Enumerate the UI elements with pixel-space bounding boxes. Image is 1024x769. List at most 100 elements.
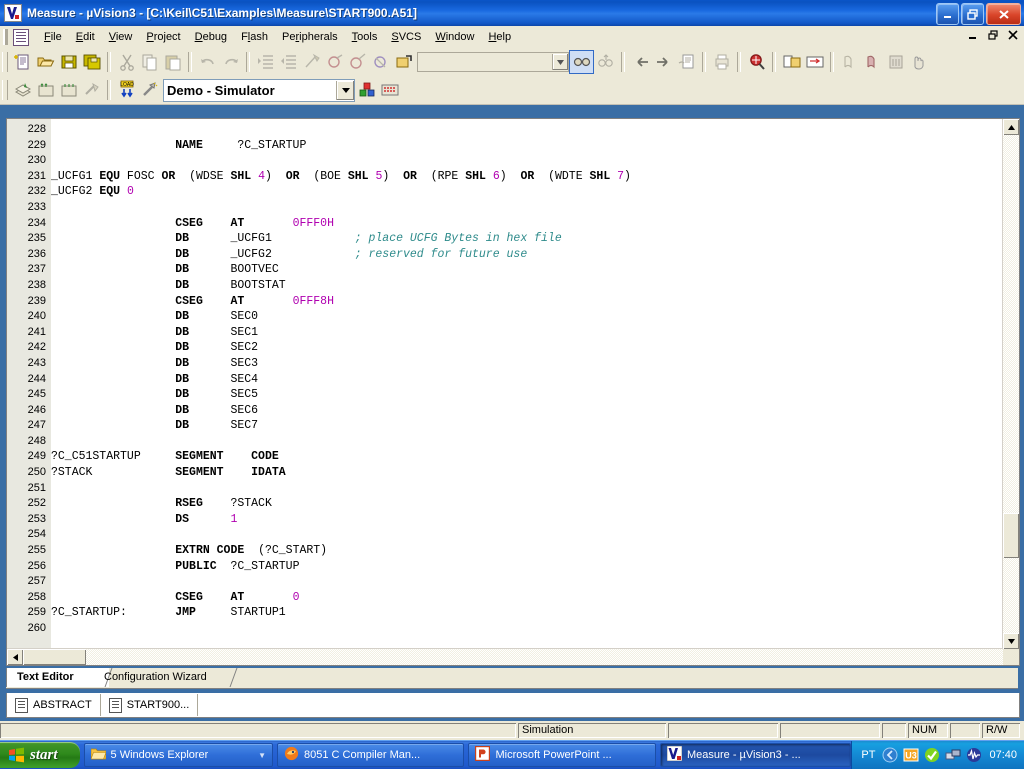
code-line[interactable]: CSEG AT 0 [51,590,1002,606]
back-icon[interactable] [629,51,652,73]
code-line[interactable]: EXTRN CODE (?C_START) [51,543,1002,559]
bookmark-toggle-icon[interactable] [346,51,369,73]
redo-icon[interactable] [219,51,242,73]
code-line[interactable] [51,200,1002,216]
print-icon[interactable] [710,51,733,73]
code-line[interactable]: DB SEC2 [51,340,1002,356]
file-tab-abstract[interactable]: ABSTRACT [7,694,101,716]
rebuild-icon[interactable] [34,79,57,101]
chevron-down-icon[interactable] [336,80,354,100]
editor-vertical-scrollbar[interactable] [1002,119,1019,649]
undo-icon[interactable] [196,51,219,73]
code-line[interactable] [51,434,1002,450]
book-icon[interactable] [838,51,861,73]
comment-icon[interactable] [300,51,323,73]
code-line[interactable]: ?STACK SEGMENT IDATA [51,465,1002,481]
menu-window[interactable]: Window [428,28,481,46]
bookmark-clear-icon[interactable] [392,51,415,73]
show-hidden-icon[interactable] [882,747,898,763]
code-line[interactable]: DB SEC6 [51,403,1002,419]
chevron-down-icon[interactable] [552,54,568,70]
code-line[interactable] [51,122,1002,138]
code-line[interactable] [51,621,1002,637]
forward-icon[interactable] [652,51,675,73]
taskbar-item-compiler-manual[interactable]: 8051 C Compiler Man... [276,743,465,767]
sound-icon[interactable] [966,747,982,763]
goto-definition-icon[interactable] [675,51,698,73]
code-line[interactable]: RSEG ?STACK [51,496,1002,512]
build-icon[interactable] [11,79,34,101]
code-line[interactable]: DB SEC4 [51,372,1002,388]
find-next-icon[interactable] [594,51,617,73]
tab-configuration-wizard[interactable]: Configuration Wizard [94,668,238,687]
code-line[interactable]: PUBLIC ?C_STARTUP [51,559,1002,575]
hscroll-track[interactable] [23,649,1003,665]
find-combo[interactable] [417,52,569,72]
find-in-files-icon[interactable] [569,50,594,74]
code-line[interactable] [51,527,1002,543]
code-line[interactable]: DB SEC7 [51,418,1002,434]
code-text-area[interactable]: NAME ?C_STARTUP _UCFG1 EQU FOSC OR (WDSE… [51,119,1002,665]
code-line[interactable]: _UCFG2 EQU 0 [51,184,1002,200]
outdent-icon[interactable] [277,51,300,73]
close-button[interactable] [986,3,1021,25]
file-toolbar-grip[interactable] [2,52,8,72]
scroll-down-button[interactable] [1003,633,1019,649]
start-button[interactable]: start [0,742,80,768]
menu-edit[interactable]: Edit [69,28,102,46]
code-line[interactable]: CSEG AT 0FFF0H [51,216,1002,232]
code-line[interactable]: DB BOOTVEC [51,262,1002,278]
checkmark-shield-icon[interactable] [924,747,940,763]
indent-icon[interactable] [254,51,277,73]
code-line[interactable]: ?C_C51STARTUP SEGMENT CODE [51,449,1002,465]
mdi-restore-button[interactable] [983,27,1002,44]
code-line[interactable]: DS 1 [51,512,1002,528]
taskbar-item-windows-explorer[interactable]: 5 Windows Explorer ▼ [83,743,273,767]
cut-icon[interactable] [115,51,138,73]
stop-build-icon[interactable] [80,79,103,101]
debug-settings-icon[interactable] [378,79,401,101]
scroll-left-button[interactable] [7,649,23,665]
taskbar-item-powerpoint[interactable]: Microsoft PowerPoint ... [468,743,656,767]
bookmark-prev-icon[interactable] [369,51,392,73]
copy-icon[interactable] [138,51,161,73]
code-line[interactable]: ?C_STARTUP: JMP STARTUP1 [51,605,1002,621]
mdi-minimize-button[interactable] [963,27,982,44]
paste-icon[interactable] [161,51,184,73]
batch-build-icon[interactable] [57,79,80,101]
code-line[interactable] [51,481,1002,497]
editor-horizontal-scrollbar[interactable] [7,648,1003,665]
restore-button[interactable] [961,3,984,25]
code-line[interactable] [51,153,1002,169]
hscroll-thumb[interactable] [23,649,86,665]
vscroll-track[interactable] [1003,135,1019,633]
uncomment-icon[interactable] [323,51,346,73]
code-line[interactable]: CSEG AT 0FFF8H [51,294,1002,310]
code-line[interactable]: NAME ?C_STARTUP [51,138,1002,154]
menu-debug[interactable]: Debug [188,28,234,46]
zoom-icon[interactable] [745,51,768,73]
menu-tools[interactable]: Tools [345,28,385,46]
network-icon[interactable] [945,747,961,763]
manual-icon[interactable] [884,51,907,73]
project-window-icon[interactable] [780,51,803,73]
target-options-icon[interactable] [138,79,161,101]
code-line[interactable]: DB BOOTSTAT [51,278,1002,294]
file-tab-start900[interactable]: START900... [100,694,199,716]
save-all-icon[interactable] [80,51,103,73]
menubar-grip[interactable] [3,29,8,45]
menu-peripherals[interactable]: Peripherals [275,28,345,46]
mdi-close-button[interactable] [1003,27,1022,44]
menu-svcs[interactable]: SVCS [384,28,428,46]
taskbar-clock[interactable]: 07:40 [989,749,1017,761]
code-line[interactable]: DB SEC5 [51,387,1002,403]
code-line[interactable]: DB _UCFG2 ; reserved for future use [51,247,1002,263]
code-line[interactable]: DB _UCFG1 ; place UCFG Bytes in hex file [51,231,1002,247]
help-hand-icon[interactable] [907,51,930,73]
save-file-icon[interactable] [57,51,80,73]
menu-view[interactable]: View [102,28,140,46]
scroll-up-button[interactable] [1003,119,1019,135]
target-select[interactable]: Demo - Simulator [163,78,355,102]
vscroll-thumb[interactable] [1003,513,1019,558]
code-line[interactable]: DB SEC1 [51,325,1002,341]
